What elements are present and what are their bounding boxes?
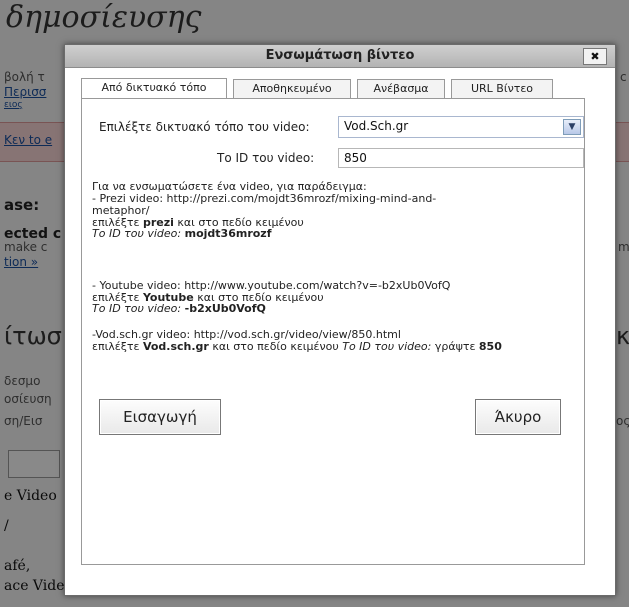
tab-upload[interactable]: Ανέβασμα [357,79,445,98]
tab-video-url[interactable]: URL Βίντεο [451,79,553,98]
tab-from-website[interactable]: Από δικτυακό τόπο [81,78,227,99]
help-line: -Vod.sch.gr video: http://vod.sch.gr/vid… [92,328,401,341]
embed-video-dialog: Ενσωμάτωση βίντεο ✖ Από δικτυακό τόπο Απ… [64,44,616,596]
help-line: Το ID του video: mojdt36mrozf [92,227,272,240]
site-select[interactable]: Vod.Sch.gr ▼ [338,116,584,138]
dialog-title: Ενσωμάτωση βίντεο [265,48,415,63]
site-select-value: Vod.Sch.gr [344,119,409,133]
help-line: Το ID του video: -b2xUb0VofQ [92,302,266,315]
video-id-value: 850 [344,151,367,165]
help-line: metaphor/ [92,204,150,217]
video-id-label: Το ID του video: [217,151,315,165]
help-line: - Youtube video: http://www.youtube.com/… [92,279,451,292]
help-line: επιλέξτε Vod.sch.gr και στο πεδίο κειμέν… [92,340,502,353]
help-line: - Prezi video: http://prezi.com/mojdt36m… [92,192,437,205]
site-select-label: Επιλέξτε δικτυακό τόπο του video: [99,120,310,134]
dialog-titlebar[interactable]: Ενσωμάτωση βίντεο ✖ [65,45,615,68]
insert-button[interactable]: Εισαγωγή [99,399,221,435]
video-id-input[interactable]: 850 [338,148,584,168]
cancel-button[interactable]: Άκυρο [475,399,561,435]
help-line: Για να ενσωματώσετε ένα video, για παράδ… [92,180,367,193]
tab-saved[interactable]: Αποθηκευμένο [233,79,351,98]
close-button[interactable]: ✖ [583,48,607,65]
chevron-down-icon[interactable]: ▼ [563,119,581,135]
